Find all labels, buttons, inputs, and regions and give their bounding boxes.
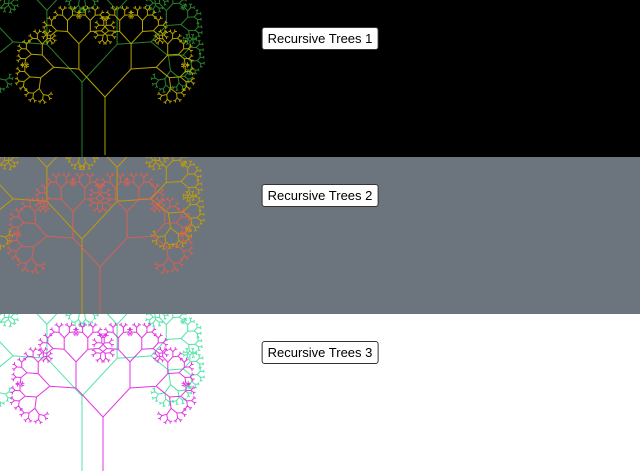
recursive-tree-canvas-2 xyxy=(0,157,206,314)
recursive-tree-canvas-1 xyxy=(0,0,206,157)
recursive-trees-1-button[interactable]: Recursive Trees 1 xyxy=(261,27,379,50)
tree-branches xyxy=(9,322,197,471)
canvas-panel-1: Recursive Trees 1 xyxy=(0,0,640,157)
recursive-tree-canvas-3 xyxy=(0,314,206,471)
recursive-trees-2-button[interactable]: Recursive Trees 2 xyxy=(261,184,379,207)
recursive-trees-3-button[interactable]: Recursive Trees 3 xyxy=(261,341,379,364)
canvas-panel-2: Recursive Trees 2 xyxy=(0,157,640,314)
tree-branches xyxy=(0,157,206,314)
canvas-panel-3: Recursive Trees 3 xyxy=(0,314,640,471)
tree-branches xyxy=(0,0,206,157)
tree-branches xyxy=(14,6,196,155)
